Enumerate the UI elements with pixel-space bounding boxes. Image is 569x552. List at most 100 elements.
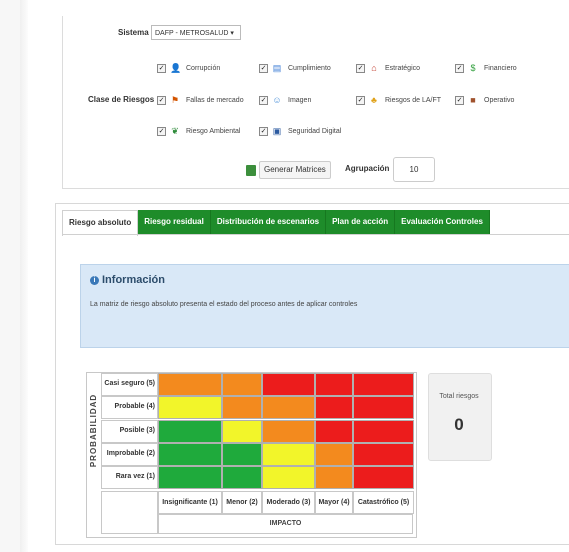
checkbox[interactable]: ✓ bbox=[356, 96, 365, 105]
matrix-cell-red[interactable] bbox=[353, 373, 414, 396]
system-label: Sistema bbox=[118, 28, 149, 37]
risk-class-option[interactable]: ✓ ■ Operativo bbox=[455, 95, 514, 106]
probability-axis: PROBABILIDAD bbox=[87, 373, 100, 488]
briefcase-icon: ■ bbox=[470, 95, 476, 105]
risk-class-label: Seguridad Digital bbox=[288, 128, 342, 135]
risk-class-label: Corrupción bbox=[186, 65, 221, 72]
risk-class-label: Clase de Riesgos bbox=[88, 95, 155, 104]
risk-class-option[interactable]: ✓ ⌂ Estratégico bbox=[356, 63, 420, 74]
matrix-cell-red[interactable] bbox=[262, 373, 315, 396]
info-title-text: Información bbox=[102, 274, 165, 286]
lock-person-icon: 👤 bbox=[170, 63, 182, 73]
risk-class-label: Imagen bbox=[288, 97, 312, 104]
matrix-cell-red[interactable] bbox=[315, 373, 353, 396]
clipboard-icon: ▤ bbox=[272, 63, 282, 73]
probability-axis-label: PROBABILIDAD bbox=[89, 393, 98, 468]
impact-level-label: Insignificante (1) bbox=[158, 491, 222, 514]
tab-2[interactable]: Distribución de escenarios bbox=[210, 210, 327, 234]
dollar-icon: $ bbox=[470, 63, 476, 73]
risk-class-option[interactable]: ✓ ❦ Riesgo Ambiental bbox=[157, 126, 240, 137]
probability-level-label: Probable (4) bbox=[101, 396, 158, 419]
checkbox[interactable]: ✓ bbox=[157, 64, 166, 73]
grouping-input[interactable]: 10 bbox=[393, 157, 435, 182]
matrix-cell-red[interactable] bbox=[315, 396, 353, 419]
risk-class-option[interactable]: ✓ ♣ Riesgos de LA/FT bbox=[356, 95, 441, 106]
house-icon: ⌂ bbox=[371, 63, 377, 73]
matrix-cell-red[interactable] bbox=[353, 396, 414, 419]
checkbox[interactable]: ✓ bbox=[455, 96, 464, 105]
matrix-cell-yellow[interactable] bbox=[262, 443, 315, 466]
risk-class-option[interactable]: ✓ ⚑ Fallas de mercado bbox=[157, 95, 244, 106]
matrix-cell-green[interactable] bbox=[158, 420, 222, 443]
person-icon: ☺ bbox=[272, 95, 282, 105]
info-icon: i bbox=[90, 275, 99, 285]
probability-level-label: Rara vez (1) bbox=[101, 466, 158, 489]
risk-class-label: Cumplimiento bbox=[288, 65, 331, 72]
matrix-cell-orange[interactable] bbox=[158, 373, 222, 396]
matrix-cell-yellow[interactable] bbox=[158, 396, 222, 419]
info-text: La matriz de riesgo absoluto presenta el… bbox=[90, 301, 358, 308]
checkbox[interactable]: ✓ bbox=[157, 96, 166, 105]
total-risks-value: 0 bbox=[454, 415, 464, 434]
tab-1[interactable]: Riesgo residual bbox=[138, 210, 211, 234]
risk-class-label: Fallas de mercado bbox=[186, 97, 244, 104]
risk-class-option[interactable]: ✓ ▤ Cumplimiento bbox=[259, 63, 331, 74]
matrix-corner bbox=[101, 491, 158, 534]
tab-bar: Riesgo absoluto Riesgo residual Distribuci… bbox=[62, 210, 490, 236]
matrix-cell-red[interactable] bbox=[353, 443, 414, 466]
money-person-icon: ♣ bbox=[371, 95, 377, 105]
risk-class-label: Riesgos de LA/FT bbox=[385, 97, 442, 104]
matrix-cell-green[interactable] bbox=[158, 466, 222, 489]
tab-4[interactable]: Evaluación Controles bbox=[395, 210, 490, 234]
checkbox[interactable]: ✓ bbox=[455, 64, 464, 73]
excel-icon bbox=[246, 164, 256, 176]
grouping-label: Agrupación bbox=[345, 164, 390, 173]
impact-level-label: Catastrófico (5) bbox=[353, 491, 414, 514]
risk-class-label: Operativo bbox=[484, 97, 515, 104]
generate-matrices-label: Generar Matrices bbox=[259, 161, 331, 179]
system-select[interactable]: DAFP - METROSALUD ▾ bbox=[151, 25, 241, 40]
chart-people-icon: ⚑ bbox=[170, 95, 180, 105]
risk-class-option[interactable]: ✓ ☺ Imagen bbox=[259, 95, 311, 106]
impact-level-label: Mayor (4) bbox=[315, 491, 353, 514]
matrix-cell-red[interactable] bbox=[353, 420, 414, 443]
matrix-cell-orange[interactable] bbox=[262, 420, 315, 443]
generate-matrices-button[interactable]: Generar Matrices bbox=[246, 161, 334, 179]
risk-class-option[interactable]: ✓ $ Financiero bbox=[455, 63, 517, 74]
checkbox[interactable]: ✓ bbox=[259, 127, 268, 136]
checkbox[interactable]: ✓ bbox=[259, 96, 268, 105]
matrix-cell-green[interactable] bbox=[158, 443, 222, 466]
tab-0[interactable]: Riesgo absoluto bbox=[62, 210, 139, 236]
probability-level-label: Posible (3) bbox=[101, 420, 158, 443]
matrix-cell-orange[interactable] bbox=[222, 373, 262, 396]
risk-class-label: Financiero bbox=[484, 65, 517, 72]
risk-class-label: Estratégico bbox=[385, 65, 421, 72]
matrix-cell-green[interactable] bbox=[222, 443, 262, 466]
impact-axis-label: IMPACTO bbox=[158, 514, 413, 534]
impact-level-label: Moderado (3) bbox=[262, 491, 315, 514]
risk-class-label: Riesgo Ambiental bbox=[186, 128, 241, 135]
checkbox[interactable]: ✓ bbox=[356, 64, 365, 73]
matrix-cell-orange[interactable] bbox=[262, 396, 315, 419]
matrix-cell-red[interactable] bbox=[315, 420, 353, 443]
matrix-cell-yellow[interactable] bbox=[262, 466, 315, 489]
probability-level-label: Improbable (2) bbox=[101, 443, 158, 466]
matrix-cell-green[interactable] bbox=[222, 466, 262, 489]
tab-3[interactable]: Plan de acción bbox=[326, 210, 396, 234]
tab-divider bbox=[62, 234, 569, 235]
checkbox[interactable]: ✓ bbox=[157, 127, 166, 136]
checkbox[interactable]: ✓ bbox=[259, 64, 268, 73]
risk-class-option[interactable]: ✓ 👤 Corrupción bbox=[157, 63, 220, 74]
matrix-cell-orange[interactable] bbox=[222, 396, 262, 419]
info-title: i Información bbox=[90, 274, 165, 286]
matrix-cell-yellow[interactable] bbox=[222, 420, 262, 443]
monitor-icon: ▣ bbox=[272, 126, 282, 136]
leaf-icon: ❦ bbox=[171, 126, 179, 136]
matrix-cell-red[interactable] bbox=[353, 466, 414, 489]
risk-class-option[interactable]: ✓ ▣ Seguridad Digital bbox=[259, 126, 341, 137]
matrix-cell-orange[interactable] bbox=[315, 466, 353, 489]
app-window: Sistema DAFP - METROSALUD ▾ Clase de Rie… bbox=[0, 0, 569, 552]
matrix-cell-orange[interactable] bbox=[315, 443, 353, 466]
total-risks-label: Total riesgos bbox=[439, 393, 479, 400]
impact-level-label: Menor (2) bbox=[222, 491, 262, 514]
